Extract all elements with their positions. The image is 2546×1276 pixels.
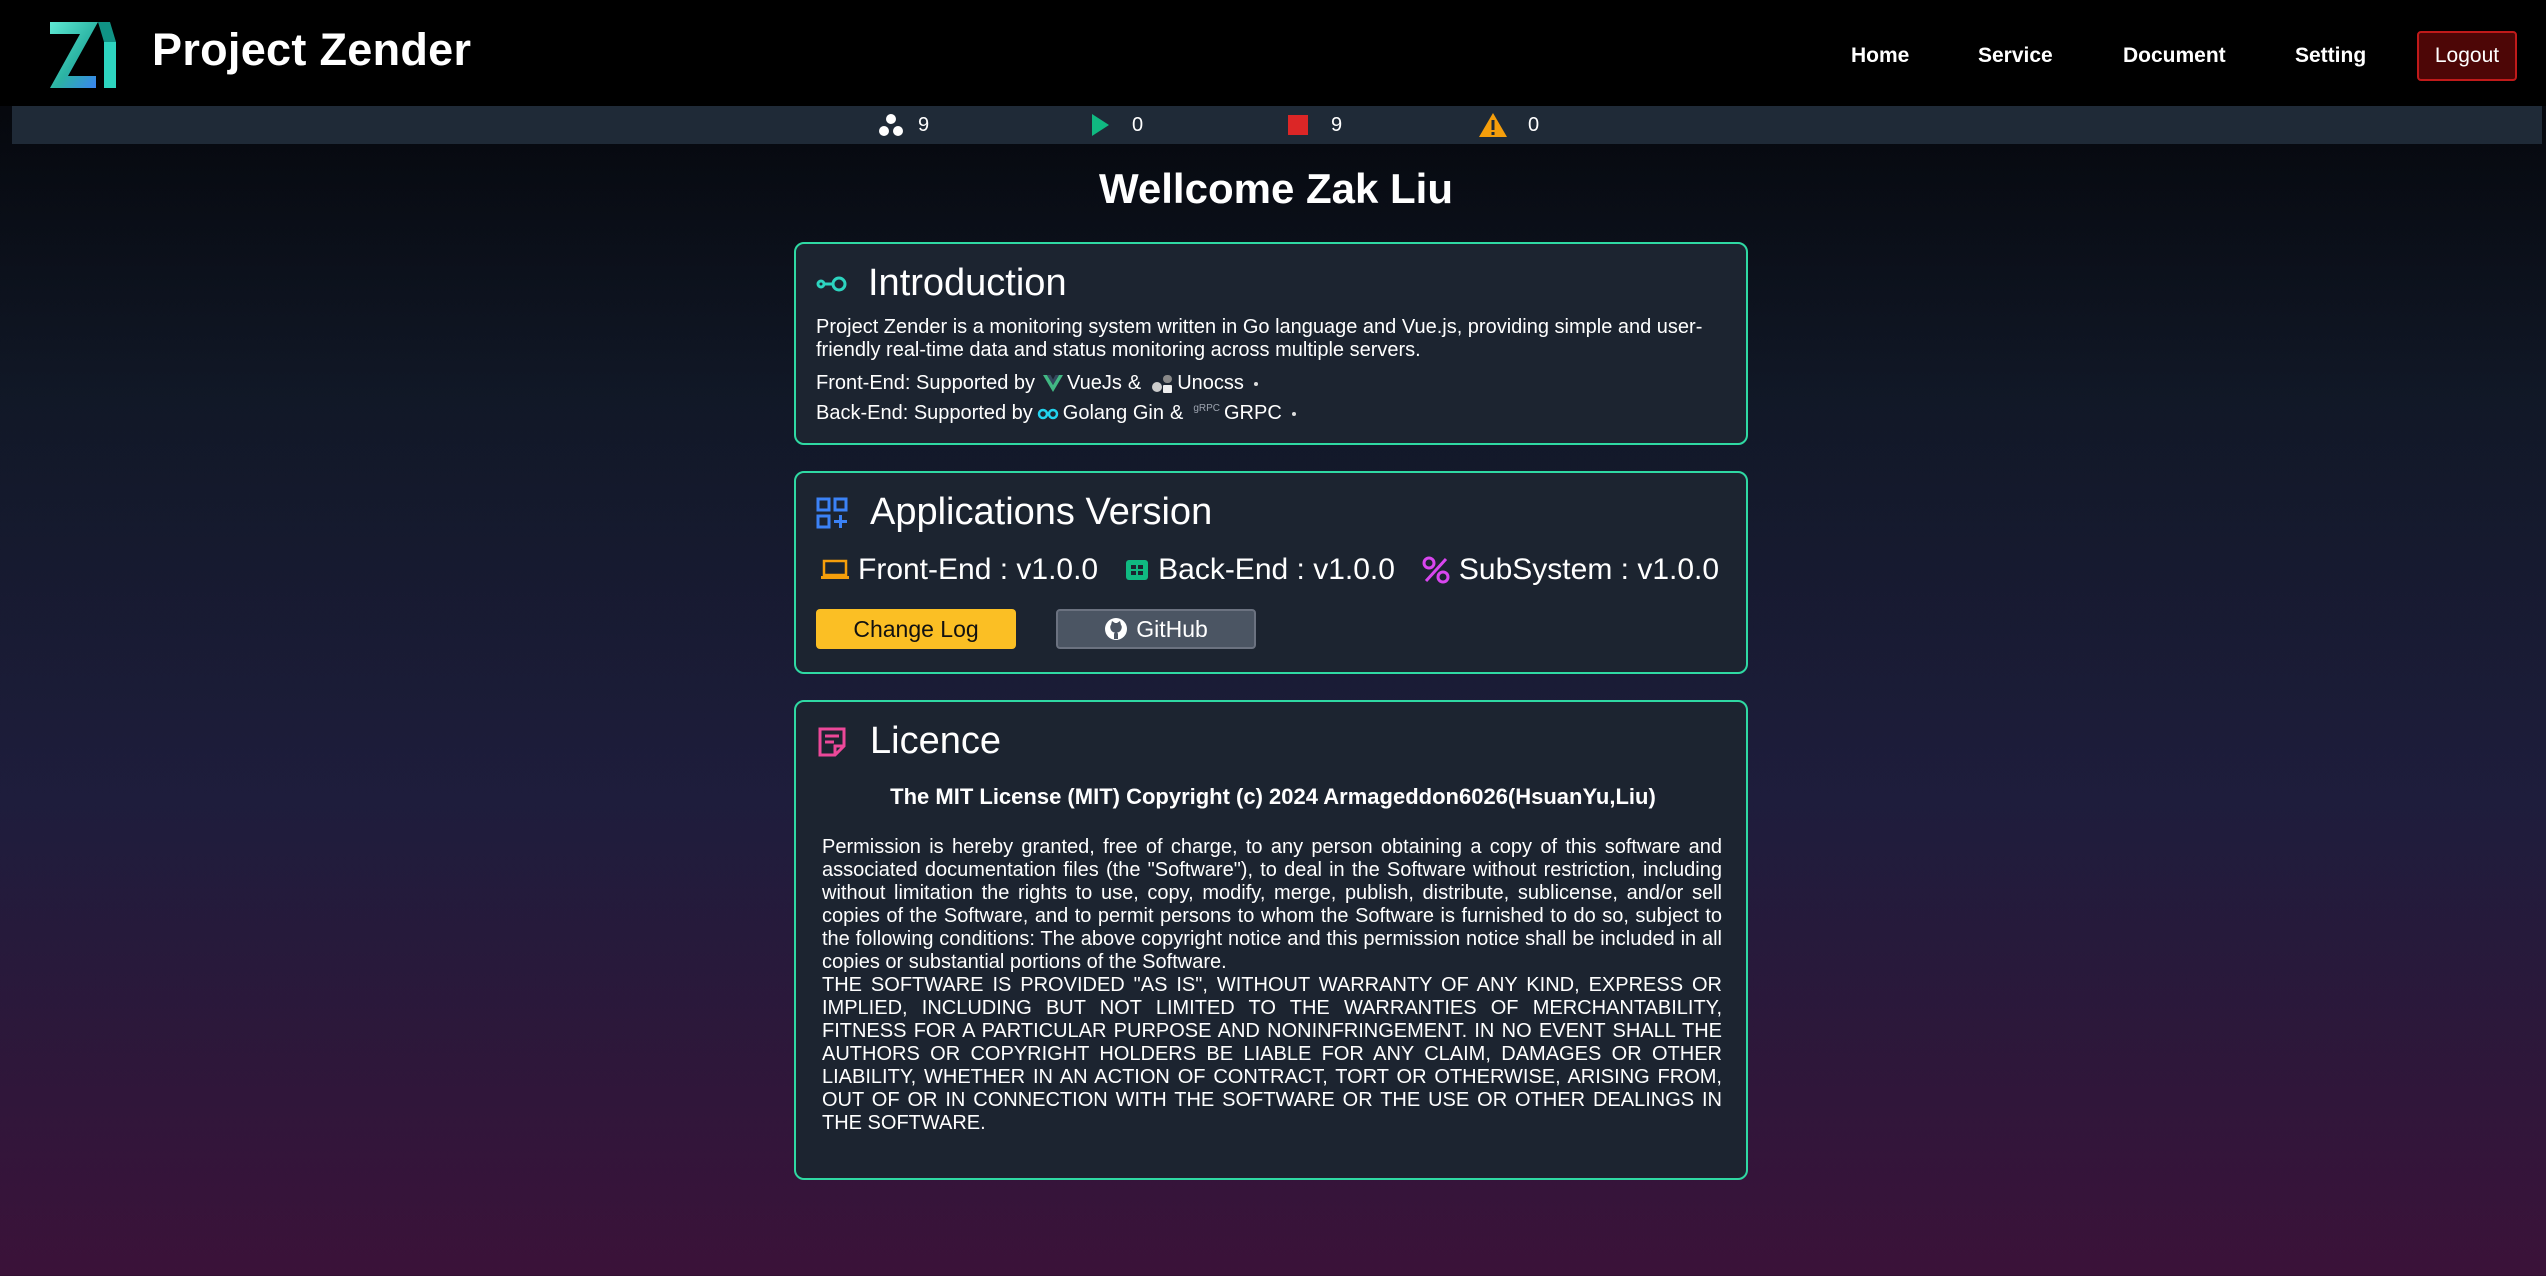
introduction-header: Introduction	[816, 262, 1067, 305]
change-log-button[interactable]: Change Log	[816, 609, 1016, 649]
unocss-label: Unocss	[1177, 372, 1244, 394]
stop-icon	[1288, 115, 1308, 135]
licence-warranty: THE SOFTWARE IS PROVIDED "AS IS", WITHOU…	[822, 974, 1722, 1134]
nodes-count: 9	[918, 113, 930, 136]
unocss-icon	[1151, 374, 1173, 394]
subsystem-version-label: SubSystem : v1.0.0	[1458, 553, 1720, 586]
licence-header: Licence	[816, 720, 1001, 763]
nav-document[interactable]: Document	[2123, 44, 2226, 68]
versions-header: Applications Version	[816, 491, 1212, 534]
frontend-version: Front-End : v1.0.0	[820, 553, 1098, 587]
nav-home[interactable]: Home	[1851, 44, 1909, 68]
percent-icon	[1422, 556, 1450, 584]
version-list: Front-End : v1.0.0 Back-End : v1.0.0 Sub…	[820, 553, 1745, 587]
frontend-version-label: Front-End : v1.0.0	[858, 553, 1099, 586]
document-icon	[818, 727, 846, 756]
github-button[interactable]: GitHub	[1056, 609, 1256, 649]
separator-dot	[1291, 411, 1296, 416]
logout-button[interactable]: Logout	[2417, 31, 2517, 81]
introduction-card: Introduction Project Zender is a monitor…	[794, 242, 1748, 445]
ampersand: &	[1127, 372, 1142, 394]
applications-version-card: Applications Version Front-End : v1.0.0 …	[794, 471, 1748, 674]
versions-title: Applications Version	[870, 491, 1213, 533]
github-label: GitHub	[1136, 615, 1208, 642]
apps-grid-icon	[816, 497, 848, 528]
backend-version: Back-End : v1.0.0	[1124, 553, 1395, 587]
nav-setting[interactable]: Setting	[2295, 44, 2366, 68]
frontend-support-line: Front-End: Supported by VueJs & Unocss	[816, 372, 1258, 395]
stopped-count: 9	[1331, 113, 1343, 136]
ampersand: &	[1169, 402, 1184, 424]
warning-icon	[1479, 113, 1507, 137]
play-icon	[1092, 114, 1109, 136]
licence-card: Licence The MIT License (MIT) Copyright …	[794, 700, 1748, 1180]
top-navbar: Project Zender Home Service Document Set…	[0, 0, 2546, 106]
subsystem-version: SubSystem : v1.0.0	[1421, 553, 1719, 587]
grpc-icon: gRPC	[1193, 403, 1220, 414]
licence-title: Licence	[870, 720, 1001, 762]
running-count: 0	[1132, 113, 1144, 136]
zender-logo[interactable]	[48, 20, 124, 90]
warnings-count: 0	[1528, 113, 1540, 136]
gin-icon	[1037, 407, 1059, 421]
backend-prefix: Back-End: Supported by	[816, 402, 1033, 424]
link-icon	[816, 276, 847, 291]
introduction-paragraph: Project Zender is a monitoring system wr…	[816, 316, 1703, 361]
stat-running: 0	[1090, 106, 1143, 144]
laptop-icon	[821, 559, 849, 579]
grpc-logo-text: gRPC	[1193, 403, 1220, 414]
status-bar: 9 0 9 0	[12, 106, 2542, 144]
stat-stopped: 9	[1287, 106, 1342, 144]
licence-body: Permission is hereby granted, free of ch…	[822, 836, 1722, 1135]
frontend-prefix: Front-End: Supported by	[816, 372, 1036, 394]
cluster-icon	[879, 114, 903, 136]
app-title: Project Zender	[152, 24, 472, 75]
stat-nodes: 9	[878, 106, 929, 144]
licence-permission: Permission is hereby granted, free of ch…	[822, 836, 1722, 973]
gin-label: Golang Gin	[1062, 402, 1164, 424]
backend-version-label: Back-End : v1.0.0	[1158, 553, 1395, 586]
introduction-title: Introduction	[868, 262, 1067, 304]
separator-dot	[1253, 381, 1258, 386]
nav-service[interactable]: Service	[1978, 44, 2053, 68]
stat-warnings: 0	[1478, 106, 1539, 144]
grpc-label: GRPC	[1224, 402, 1282, 424]
vue-icon	[1043, 374, 1064, 393]
vuejs-label: VueJs	[1067, 372, 1122, 394]
licence-heading: The MIT License (MIT) Copyright (c) 2024…	[890, 784, 1656, 809]
backend-support-line: Back-End: Supported by Golang Gin & gRPC…	[816, 402, 1296, 425]
welcome-heading: Wellcome Zak Liu	[1099, 165, 1453, 212]
server-icon	[1126, 560, 1149, 580]
github-icon	[1105, 618, 1128, 640]
